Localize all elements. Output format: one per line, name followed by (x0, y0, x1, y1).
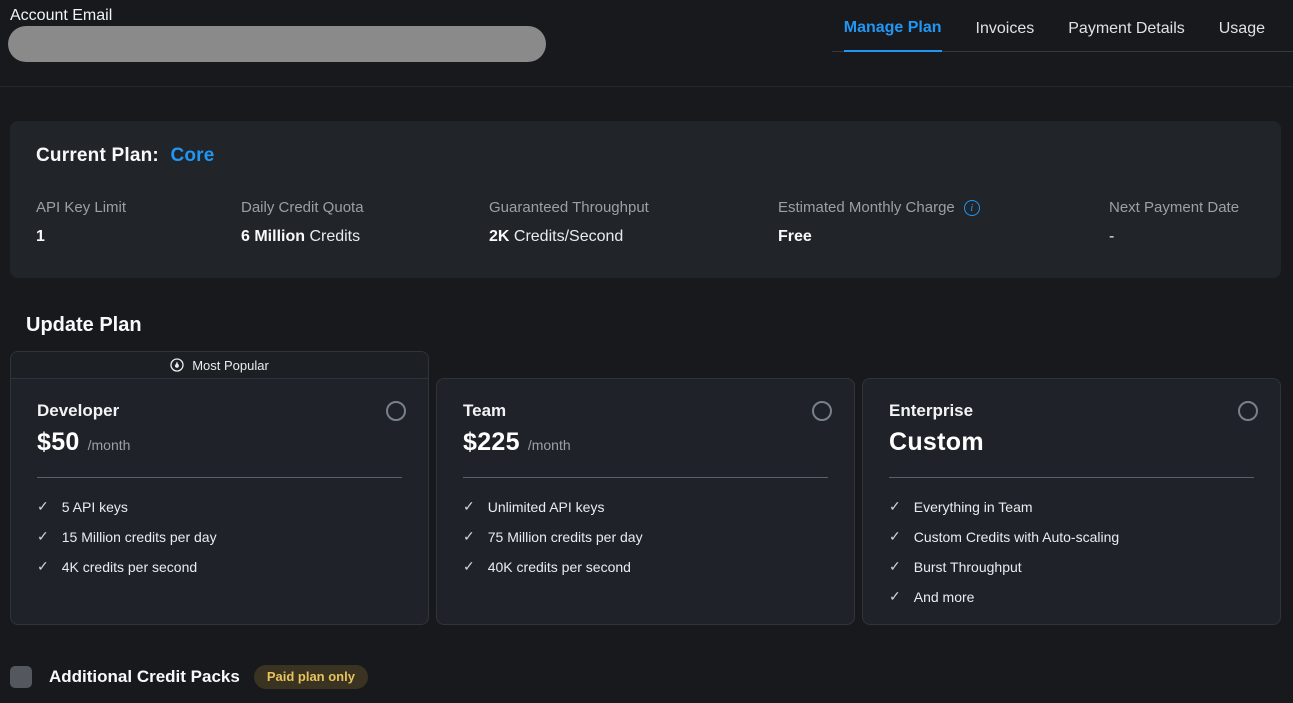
check-icon: ✓ (463, 498, 475, 515)
radio-enterprise[interactable] (1238, 401, 1258, 421)
stat-value: - (1109, 228, 1255, 246)
plan-period: /month (528, 437, 571, 453)
plan-title: Enterprise (889, 401, 1254, 421)
stat-label: API Key Limit (36, 199, 126, 216)
stat-label: Next Payment Date (1109, 199, 1239, 216)
plan-divider (463, 477, 828, 478)
check-icon: ✓ (889, 558, 901, 575)
billing-tabs: Manage Plan Invoices Payment Details Usa… (832, 0, 1293, 52)
stat-label: Estimated Monthly Charge (778, 199, 955, 216)
feature-list: ✓Unlimited API keys ✓75 Million credits … (463, 498, 828, 575)
plan-enterprise: Enterprise Custom ✓Everything in Team ✓C… (862, 378, 1281, 625)
check-icon: ✓ (463, 528, 475, 545)
plan-cards: Most Popular Developer $50 /month ✓5 API… (10, 351, 1281, 625)
plan-period: /month (88, 437, 131, 453)
page-header: Account Email Manage Plan Invoices Payme… (0, 0, 1293, 87)
update-plan-heading: Update Plan (26, 314, 1293, 337)
plan-card-enterprise[interactable]: Enterprise Custom ✓Everything in Team ✓C… (862, 378, 1281, 625)
stat-estimated-monthly-charge: Estimated Monthly Charge i Free (778, 199, 1109, 246)
check-icon: ✓ (889, 498, 901, 515)
current-plan-title: Current Plan: Core (36, 145, 1255, 167)
radio-team[interactable] (812, 401, 832, 421)
stat-label: Daily Credit Quota (241, 199, 364, 216)
feature-item: ✓15 Million credits per day (37, 528, 402, 545)
feature-item: ✓Burst Throughput (889, 558, 1254, 575)
tab-payment-details[interactable]: Payment Details (1068, 20, 1185, 51)
feature-list: ✓Everything in Team ✓Custom Credits with… (889, 498, 1254, 605)
feature-item: ✓Everything in Team (889, 498, 1254, 515)
account-email-label: Account Email (10, 7, 112, 25)
feature-item: ✓And more (889, 588, 1254, 605)
stat-value: Free (778, 228, 1109, 246)
feature-item: ✓4K credits per second (37, 558, 402, 575)
plan-developer: Most Popular Developer $50 /month ✓5 API… (10, 351, 429, 625)
stat-value: 1 (36, 228, 241, 246)
feature-item: ✓75 Million credits per day (463, 528, 828, 545)
plan-divider (889, 477, 1254, 478)
feature-list: ✓5 API keys ✓15 Million credits per day … (37, 498, 402, 575)
check-icon: ✓ (37, 528, 49, 545)
stat-label: Guaranteed Throughput (489, 199, 649, 216)
plan-team: Team $225 /month ✓Unlimited API keys ✓75… (436, 378, 855, 625)
check-icon: ✓ (37, 498, 49, 515)
current-plan-title-prefix: Current Plan: (36, 145, 159, 166)
feature-item: ✓Unlimited API keys (463, 498, 828, 515)
info-circle-icon[interactable]: i (964, 200, 980, 216)
stat-value: 6 Million Credits (241, 228, 489, 246)
paid-plan-only-badge: Paid plan only (254, 665, 368, 689)
tab-invoices[interactable]: Invoices (976, 20, 1035, 51)
credit-packs-checkbox[interactable] (10, 666, 32, 688)
credit-packs-label: Additional Credit Packs (49, 667, 240, 687)
current-plan-stats: API Key Limit 1 Daily Credit Quota 6 Mil… (36, 199, 1255, 246)
radio-developer[interactable] (386, 401, 406, 421)
additional-credit-packs-row: Additional Credit Packs Paid plan only (10, 665, 1293, 689)
flame-icon (170, 358, 184, 372)
plan-title: Team (463, 401, 828, 421)
plan-price: $225 (463, 428, 520, 457)
check-icon: ✓ (889, 528, 901, 545)
stat-daily-credit-quota: Daily Credit Quota 6 Million Credits (241, 199, 489, 246)
plan-card-developer[interactable]: Developer $50 /month ✓5 API keys ✓15 Mil… (10, 378, 429, 625)
tab-manage-plan[interactable]: Manage Plan (844, 19, 942, 52)
plan-divider (37, 477, 402, 478)
check-icon: ✓ (37, 558, 49, 575)
account-email-input[interactable] (8, 26, 546, 62)
plan-price: Custom (889, 428, 984, 457)
stat-guaranteed-throughput: Guaranteed Throughput 2K Credits/Second (489, 199, 778, 246)
tab-usage[interactable]: Usage (1219, 20, 1265, 51)
check-icon: ✓ (889, 588, 901, 605)
feature-item: ✓Custom Credits with Auto-scaling (889, 528, 1254, 545)
current-plan-card: Current Plan: Core API Key Limit 1 Daily… (10, 121, 1281, 278)
plan-card-team[interactable]: Team $225 /month ✓Unlimited API keys ✓75… (436, 378, 855, 625)
feature-item: ✓5 API keys (37, 498, 402, 515)
stat-next-payment-date: Next Payment Date - (1109, 199, 1255, 246)
current-plan-name: Core (170, 145, 214, 166)
feature-item: ✓40K credits per second (463, 558, 828, 575)
most-popular-label: Most Popular (192, 358, 269, 373)
stat-value: 2K Credits/Second (489, 228, 778, 246)
most-popular-banner: Most Popular (10, 351, 429, 378)
stat-api-key-limit: API Key Limit 1 (36, 199, 241, 246)
plan-price: $50 (37, 428, 80, 457)
check-icon: ✓ (463, 558, 475, 575)
plan-title: Developer (37, 401, 402, 421)
